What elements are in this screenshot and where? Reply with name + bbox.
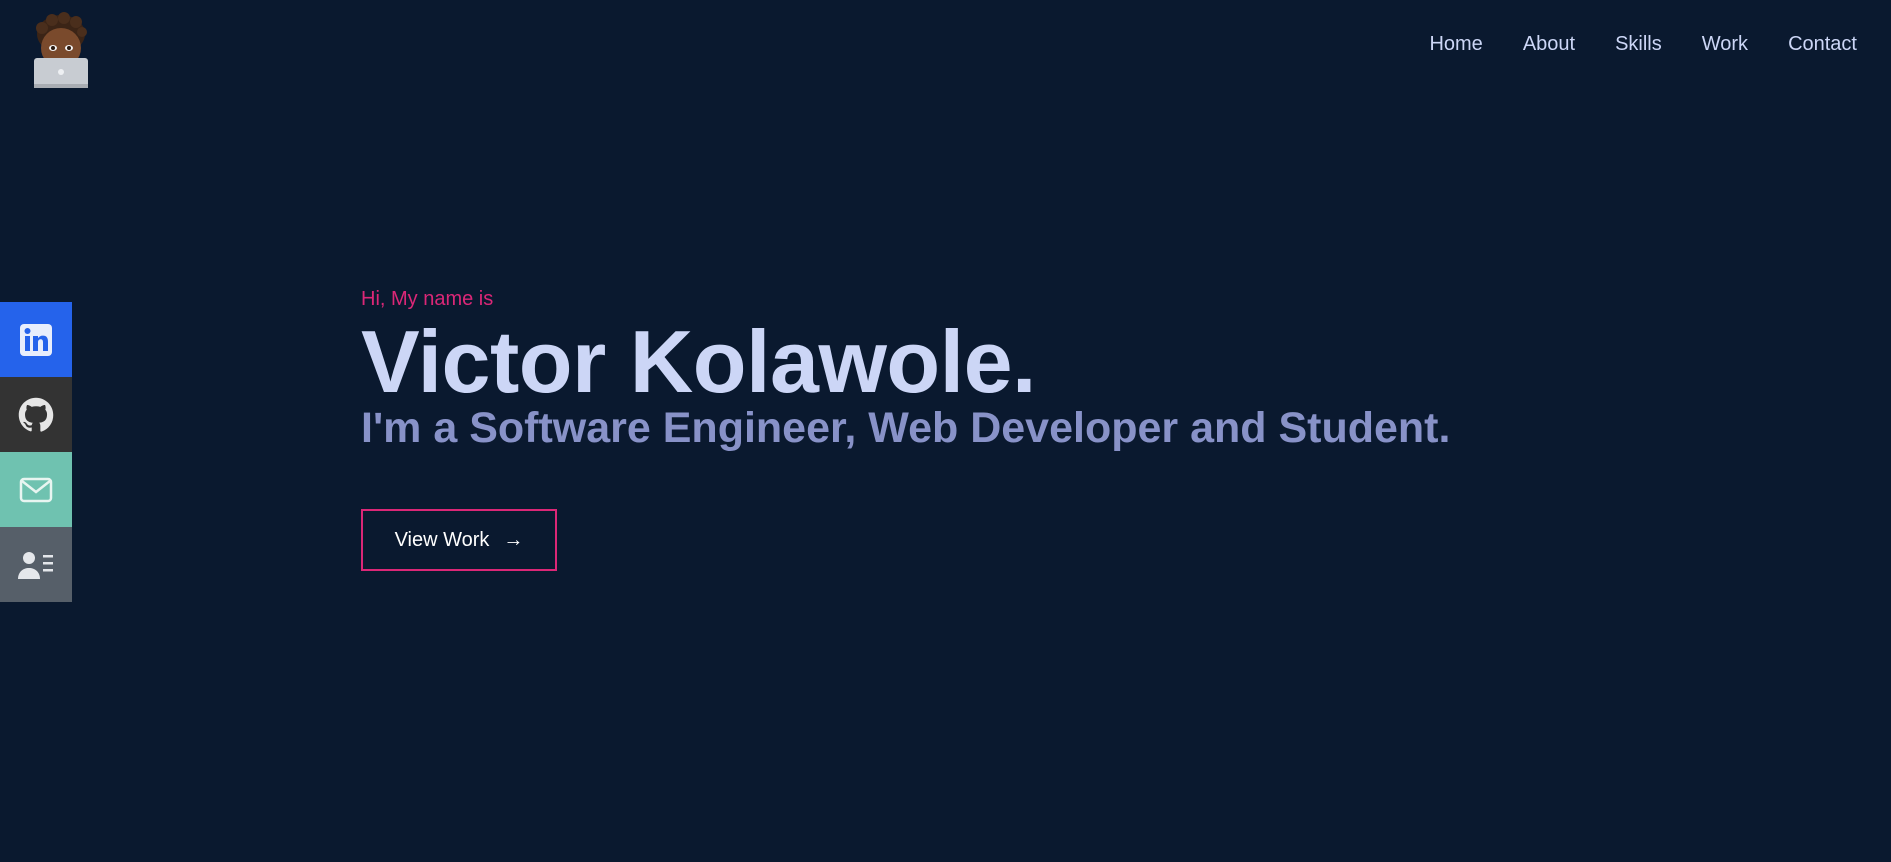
resume-link[interactable] <box>0 527 72 602</box>
arrow-right-icon: → <box>503 529 524 551</box>
nav-skills[interactable]: Skills <box>1615 30 1662 58</box>
view-work-label: View Work <box>394 528 490 551</box>
nav-home[interactable]: Home <box>1429 30 1482 58</box>
memoji-avatar-with-laptop-icon[interactable] <box>28 12 94 90</box>
github-link[interactable] <box>0 377 72 452</box>
email-link[interactable] <box>0 452 72 527</box>
social-sidebar <box>0 302 72 602</box>
github-icon <box>18 397 54 432</box>
hero-name: Victor Kolawole. <box>361 312 1037 411</box>
linkedin-link[interactable] <box>0 302 72 377</box>
nav-about[interactable]: About <box>1523 30 1575 58</box>
nav-contact[interactable]: Contact <box>1788 30 1857 58</box>
hero-greeting: Hi, My name is <box>361 288 494 310</box>
linkedin-icon <box>20 323 52 356</box>
hero-section: Hi, My name is Victor Kolawole. I'm a So… <box>361 284 1450 454</box>
main-nav: Home About Skills Work Contact <box>1429 30 1857 58</box>
mail-icon <box>19 477 53 502</box>
view-work-button[interactable]: View Work → <box>361 509 557 571</box>
resume-icon <box>18 551 53 579</box>
page: Home About Skills Work Contact Hi, My na… <box>0 0 1891 862</box>
nav-work[interactable]: Work <box>1702 30 1748 58</box>
hero-tagline: I'm a Software Engineer, Web Developer a… <box>361 404 1451 452</box>
